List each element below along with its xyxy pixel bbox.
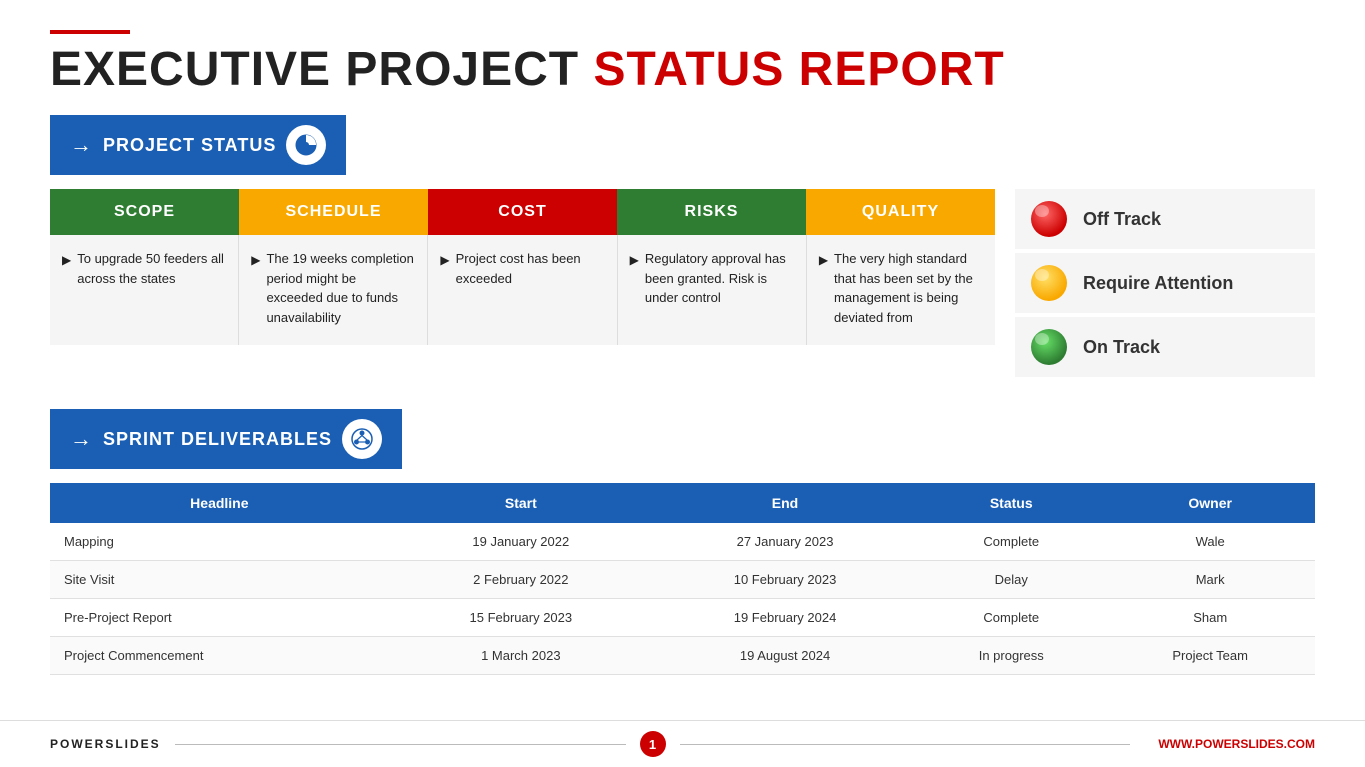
scope-text: To upgrade 50 feeders all across the sta… bbox=[77, 249, 226, 288]
cell-end: 19 August 2024 bbox=[653, 637, 917, 675]
legend-require-attention: Require Attention bbox=[1015, 253, 1315, 313]
title-bar: EXECUTIVE PROJECT STATUS REPORT bbox=[50, 30, 1315, 97]
legend: Off Track Require Attention On Track bbox=[1015, 189, 1315, 381]
cell-start: 19 January 2022 bbox=[389, 523, 653, 561]
cell-status: Delay bbox=[917, 561, 1105, 599]
quality-bullet: ▶ bbox=[819, 251, 828, 269]
cell-end: 10 February 2023 bbox=[653, 561, 917, 599]
th-start: Start bbox=[389, 483, 653, 523]
title-part1: EXECUTIVE PROJECT bbox=[50, 43, 593, 96]
cell-end: 19 February 2024 bbox=[653, 599, 917, 637]
project-status-header-box: → PROJECT STATUS bbox=[50, 115, 346, 175]
on-track-dot bbox=[1031, 329, 1067, 365]
project-status-area: SCOPE SCHEDULE COST RISKS QUALITY ▶ To u… bbox=[50, 189, 1315, 381]
col-risks-header: RISKS bbox=[617, 189, 806, 235]
status-table: SCOPE SCHEDULE COST RISKS QUALITY ▶ To u… bbox=[50, 189, 995, 345]
footer-brand: POWERSLIDES bbox=[50, 737, 161, 751]
cell-start: 2 February 2022 bbox=[389, 561, 653, 599]
on-track-label: On Track bbox=[1083, 337, 1160, 358]
scope-bullet: ▶ bbox=[62, 251, 71, 269]
sprint-section-label: SPRINT DELIVERABLES bbox=[103, 429, 332, 450]
table-row: Site Visit2 February 202210 February 202… bbox=[50, 561, 1315, 599]
status-body-row: ▶ To upgrade 50 feeders all across the s… bbox=[50, 235, 995, 345]
risks-bullet: ▶ bbox=[630, 251, 639, 269]
sprint-header-box: → SPRINT DELIVERABLES bbox=[50, 409, 402, 469]
sprint-arrow-icon: → bbox=[70, 426, 93, 452]
status-header-row: SCOPE SCHEDULE COST RISKS QUALITY bbox=[50, 189, 995, 235]
th-status: Status bbox=[917, 483, 1105, 523]
schedule-text: The 19 weeks completion period might be … bbox=[266, 249, 415, 327]
project-status-label: PROJECT STATUS bbox=[103, 135, 276, 156]
footer-page-number: 1 bbox=[640, 731, 666, 757]
risks-text: Regulatory approval has been granted. Ri… bbox=[645, 249, 794, 308]
th-headline: Headline bbox=[50, 483, 389, 523]
risks-cell: ▶ Regulatory approval has been granted. … bbox=[618, 235, 807, 345]
cell-start: 1 March 2023 bbox=[389, 637, 653, 675]
cell-owner: Sham bbox=[1105, 599, 1315, 637]
require-attention-label: Require Attention bbox=[1083, 273, 1233, 294]
project-status-icon bbox=[286, 125, 326, 165]
cell-status: In progress bbox=[917, 637, 1105, 675]
off-track-dot bbox=[1031, 201, 1067, 237]
table-row: Project Commencement1 March 202319 Augus… bbox=[50, 637, 1315, 675]
cell-status: Complete bbox=[917, 599, 1105, 637]
footer: POWERSLIDES 1 WWW.POWERSLIDES.COM bbox=[0, 720, 1365, 767]
project-status-section-header: → PROJECT STATUS bbox=[50, 115, 1315, 175]
schedule-cell: ▶ The 19 weeks completion period might b… bbox=[239, 235, 428, 345]
footer-line-left bbox=[175, 744, 626, 745]
table-row: Mapping19 January 202227 January 2023Com… bbox=[50, 523, 1315, 561]
th-end: End bbox=[653, 483, 917, 523]
cell-end: 27 January 2023 bbox=[653, 523, 917, 561]
title-part2: STATUS REPORT bbox=[593, 43, 1004, 96]
cell-headline: Site Visit bbox=[50, 561, 389, 599]
cell-status: Complete bbox=[917, 523, 1105, 561]
col-quality-header: QUALITY bbox=[806, 189, 995, 235]
cost-cell: ▶ Project cost has been exceeded bbox=[428, 235, 617, 345]
sprint-section-header: → SPRINT DELIVERABLES bbox=[50, 409, 1315, 469]
quality-text: The very high standard that has been set… bbox=[834, 249, 983, 327]
col-schedule-header: SCHEDULE bbox=[239, 189, 428, 235]
cell-headline: Mapping bbox=[50, 523, 389, 561]
footer-url: WWW.POWERSLIDES.COM bbox=[1158, 737, 1315, 751]
cell-owner: Project Team bbox=[1105, 637, 1315, 675]
cell-headline: Pre-Project Report bbox=[50, 599, 389, 637]
footer-line-right bbox=[680, 744, 1131, 745]
quality-cell: ▶ The very high standard that has been s… bbox=[807, 235, 995, 345]
deliverables-table: Headline Start End Status Owner Mapping1… bbox=[50, 483, 1315, 675]
main-title: EXECUTIVE PROJECT STATUS REPORT bbox=[50, 42, 1315, 97]
require-attention-dot bbox=[1031, 265, 1067, 301]
cost-text: Project cost has been exceeded bbox=[456, 249, 605, 288]
col-scope-header: SCOPE bbox=[50, 189, 239, 235]
th-owner: Owner bbox=[1105, 483, 1315, 523]
schedule-bullet: ▶ bbox=[251, 251, 260, 269]
deliverables-header-row: Headline Start End Status Owner bbox=[50, 483, 1315, 523]
cell-owner: Wale bbox=[1105, 523, 1315, 561]
legend-off-track: Off Track bbox=[1015, 189, 1315, 249]
arrow-icon: → bbox=[70, 132, 93, 158]
cell-headline: Project Commencement bbox=[50, 637, 389, 675]
scope-cell: ▶ To upgrade 50 feeders all across the s… bbox=[50, 235, 239, 345]
table-row: Pre-Project Report15 February 202319 Feb… bbox=[50, 599, 1315, 637]
sprint-icon bbox=[342, 419, 382, 459]
cell-start: 15 February 2023 bbox=[389, 599, 653, 637]
title-underline bbox=[50, 30, 130, 34]
cost-bullet: ▶ bbox=[440, 251, 449, 269]
cell-owner: Mark bbox=[1105, 561, 1315, 599]
legend-on-track: On Track bbox=[1015, 317, 1315, 377]
off-track-label: Off Track bbox=[1083, 209, 1161, 230]
col-cost-header: COST bbox=[428, 189, 617, 235]
